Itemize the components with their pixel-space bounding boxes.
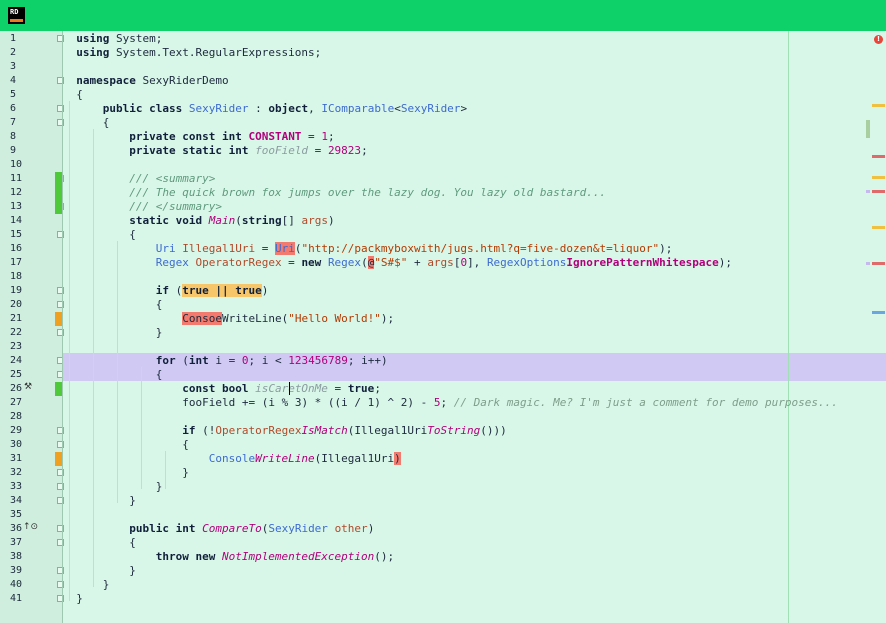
change-marker-added xyxy=(55,382,62,396)
code-line-8: private const int CONSTANT = 1; xyxy=(129,130,335,143)
code-line-24: for (int i = 0; i < 123456789; i++) xyxy=(155,354,388,367)
title-bar: RD xyxy=(0,0,886,31)
code-line-41: } xyxy=(76,592,83,605)
line-number: 28 xyxy=(10,411,23,422)
code-line-21: ConsoeWriteLine("Hello World!"); xyxy=(182,312,395,325)
line-number: 22 xyxy=(10,327,23,338)
scrollbar-marker-error[interactable] xyxy=(872,262,885,265)
code-line-31: ConsoleWriteLine(Illegal1Uri) xyxy=(208,452,401,465)
line-number: 13 xyxy=(10,201,23,212)
line-number: 30 xyxy=(10,439,23,450)
line-number: 14 xyxy=(10,215,23,226)
scrollbar-marker-warning[interactable] xyxy=(872,226,885,229)
line-number: 7 xyxy=(10,117,17,128)
line-number: 8 xyxy=(10,131,17,142)
line-number: 29 xyxy=(10,425,23,436)
code-line-34: } xyxy=(129,494,136,507)
code-line-9: private static int fooField = 29823; xyxy=(129,144,368,157)
code-line-19: if (true || true) xyxy=(155,284,269,297)
scrollbar-marker-info[interactable] xyxy=(866,190,870,193)
scrollbar-marker-info[interactable] xyxy=(872,311,885,314)
line-number: 15 xyxy=(10,229,23,240)
line-number: 2 xyxy=(10,47,17,58)
code-line-6: public class SexyRider : object, ICompar… xyxy=(102,102,468,115)
line-number: 21 xyxy=(10,313,23,324)
code-line-2: using System.Text.RegularExpressions; xyxy=(76,46,322,59)
code-line-11: /// <summary> xyxy=(129,172,216,185)
code-line-25: { xyxy=(155,368,163,381)
code-line-33: } xyxy=(155,480,163,493)
line-number: 5 xyxy=(10,89,17,100)
line-number: 16 xyxy=(10,243,23,254)
scrollbar-marker-info[interactable] xyxy=(866,262,870,265)
code-line-4: namespace SexyRiderDemo xyxy=(76,74,229,87)
line-number: 40 xyxy=(10,579,23,590)
code-line-15: { xyxy=(129,228,136,241)
scrollbar-marker-error[interactable] xyxy=(872,155,885,158)
line-number: 34 xyxy=(10,495,23,506)
code-line-32: } xyxy=(182,466,189,479)
code-line-40: } xyxy=(102,578,110,591)
change-marker-modified xyxy=(55,312,62,326)
scrollbar-marker-warning[interactable] xyxy=(872,104,885,107)
scrollbar-marker-warning[interactable] xyxy=(872,176,885,179)
code-line-13: /// </summary> xyxy=(129,200,222,213)
code-line-20: { xyxy=(155,298,163,311)
rider-logo: RD xyxy=(8,7,25,24)
change-marker-modified xyxy=(55,452,62,466)
line-number: 35 xyxy=(10,509,23,520)
line-number: 1 xyxy=(10,33,17,44)
code-line-17: Regex OperatorRegex = new Regex(@"S#$" +… xyxy=(155,256,732,269)
code-line-29: if (!OperatorRegexIsMatch(Illegal1UriToS… xyxy=(182,424,507,437)
hammer-icon[interactable]: ⚒ xyxy=(24,382,32,392)
line-number: 41 xyxy=(10,593,23,604)
line-number: 4 xyxy=(10,75,17,86)
code-line-27: fooField += (i % 3) * ((i / 1) ^ 2) - 5;… xyxy=(182,396,838,409)
code-editor[interactable]: using System; using System.Text.RegularE… xyxy=(63,31,886,623)
line-number: 24 xyxy=(10,355,23,366)
line-number: 19 xyxy=(10,285,23,296)
line-number: 32 xyxy=(10,467,23,478)
scrollbar-marker-error[interactable] xyxy=(872,190,885,193)
line-number: 23 xyxy=(10,341,23,352)
logo-text: RD xyxy=(10,8,19,16)
line-number: 39 xyxy=(10,565,23,576)
code-line-36: public int CompareTo(SexyRider other) xyxy=(129,522,375,535)
code-line-16: Uri Illegal1Uri = Uri("http://packmyboxw… xyxy=(155,242,673,255)
line-number: 31 xyxy=(10,453,23,464)
error-indicator-icon[interactable]: ! xyxy=(874,35,883,44)
code-line-12: /// The quick brown fox jumps over the l… xyxy=(129,186,607,199)
line-number: 11 xyxy=(10,173,23,184)
code-line-1: using System; xyxy=(76,32,163,45)
code-line-22: } xyxy=(155,326,163,339)
line-number: 9 xyxy=(10,145,17,156)
line-number: 18 xyxy=(10,271,23,282)
code-line-30: { xyxy=(182,438,189,451)
line-number: 12 xyxy=(10,187,23,198)
line-number: 20 xyxy=(10,299,23,310)
line-number: 27 xyxy=(10,397,23,408)
line-number: 3 xyxy=(10,61,17,72)
change-marker-added xyxy=(55,172,62,214)
code-line-5: { xyxy=(76,88,83,101)
code-line-37: { xyxy=(129,536,136,549)
logo-underline xyxy=(10,19,23,22)
code-line-38: throw new NotImplementedException(); xyxy=(155,550,395,563)
line-number: 33 xyxy=(10,481,23,492)
code-line-7: { xyxy=(102,116,110,129)
line-number: 17 xyxy=(10,257,23,268)
code-line-39: } xyxy=(129,564,136,577)
implementation-icon[interactable]: ↑⊙ xyxy=(23,522,38,532)
line-number: 38 xyxy=(10,551,23,562)
line-number: 6 xyxy=(10,103,17,114)
line-number: 10 xyxy=(10,159,23,170)
code-line-14: static void Main(string[] args) xyxy=(129,214,335,227)
line-number: 37 xyxy=(10,537,23,548)
text-caret xyxy=(289,382,290,395)
scrollbar-marker-info[interactable] xyxy=(866,120,870,138)
code-line-26: const bool isCaretOnMe = true; xyxy=(182,382,381,395)
line-number: 25 xyxy=(10,369,23,380)
